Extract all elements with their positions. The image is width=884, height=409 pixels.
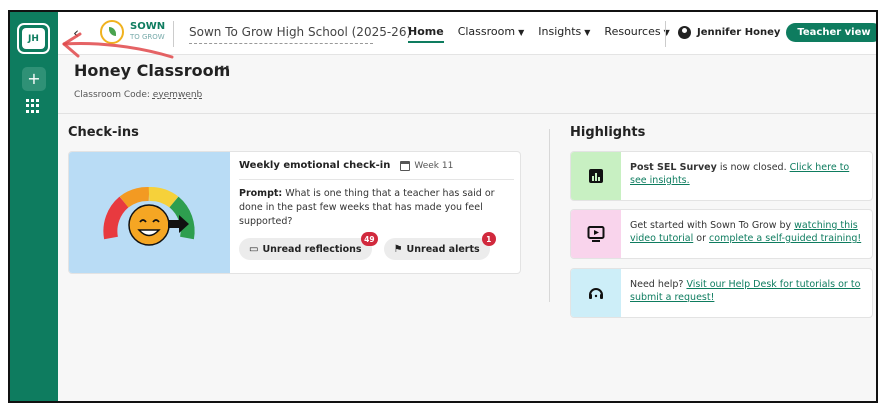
prompt-label: Prompt: (239, 188, 283, 199)
divider (549, 129, 550, 302)
user-name: Jennifer Honey (697, 27, 781, 38)
unread-alerts-button[interactable]: ⚑ Unread alerts 1 (383, 232, 496, 260)
calendar-icon (400, 160, 411, 171)
headset-icon (589, 288, 603, 299)
self-guided-training-link[interactable]: complete a self-guided training! (709, 233, 861, 244)
unread-reflections-button[interactable]: ▭ Unread reflections 49 (239, 232, 378, 260)
avatar-initials: JH (22, 28, 45, 49)
nav-insights[interactable]: Insights ▼ (538, 25, 590, 43)
user-menu[interactable]: Jennifer Honey Teacher view ▼ (678, 23, 876, 42)
user-avatar-button[interactable]: JH (17, 23, 50, 54)
teacher-view-button[interactable]: Teacher view (786, 23, 876, 42)
more-options-icon[interactable]: ··· (214, 60, 230, 76)
header-divider (58, 113, 876, 114)
checkin-title: Weekly emotional check-in (239, 160, 391, 171)
nav-home[interactable]: Home (408, 25, 444, 43)
reflections-count-badge: 49 (361, 232, 378, 246)
highlight-survey-card: Post SEL Survey is now closed. Click her… (570, 151, 873, 201)
school-selector[interactable]: Sown To Grow High School (2025-26) (189, 25, 411, 44)
video-icon (587, 226, 605, 242)
checkin-illustration (69, 152, 230, 273)
checkin-card[interactable]: Weekly emotional check-in Week 11 Prompt… (68, 151, 521, 274)
highlight-title: Post SEL Survey (630, 162, 717, 173)
flag-icon: ⚑ (393, 243, 403, 255)
chat-icon: ▭ (249, 243, 259, 255)
bar-chart-icon (589, 169, 603, 183)
main-nav: Home Classroom ▼ Insights ▼ Resources ▼ (408, 25, 684, 43)
top-navigation-bar: ‹ SOWN TO GROW Sown To Grow High School … (58, 12, 876, 55)
divider (665, 21, 666, 47)
chevron-down-icon: ▼ (518, 28, 525, 37)
highlight-help-card: Need help? Visit our Help Desk for tutor… (570, 268, 873, 318)
classroom-code-label: Classroom Code: (74, 90, 150, 100)
checkin-prompt: Prompt: What is one thing that a teacher… (239, 187, 514, 229)
nav-classroom[interactable]: Classroom ▼ (458, 25, 525, 43)
app-frame: JH + ‹ SOWN TO GROW Sown To Grow High Sc… (8, 10, 878, 403)
apps-grid-icon[interactable] (26, 99, 40, 113)
checkin-week: Week 11 (414, 160, 454, 171)
logo-sprout-icon (100, 20, 124, 44)
divider (239, 179, 514, 180)
page-title: Honey Classroom (74, 61, 231, 80)
classroom-code: Classroom Code: eyemwenb (74, 90, 202, 100)
highlight-training-card: Get started with Sown To Grow by watchin… (570, 209, 873, 259)
unread-alerts-label: Unread alerts (406, 243, 480, 255)
logo-subtext: TO GROW (130, 33, 165, 41)
sown-to-grow-logo[interactable]: SOWN TO GROW (100, 20, 165, 44)
checkins-heading: Check-ins (68, 125, 139, 140)
unread-reflections-label: Unread reflections (262, 243, 362, 255)
highlights-heading: Highlights (570, 125, 646, 140)
nav-resources[interactable]: Resources ▼ (604, 25, 669, 43)
user-circle-icon (678, 26, 691, 39)
chevron-down-icon: ▼ (584, 28, 591, 37)
mood-gauge-icon (103, 186, 195, 246)
left-rail: JH + (10, 12, 58, 401)
classroom-code-value[interactable]: eyemwenb (153, 90, 202, 100)
divider (173, 21, 174, 47)
alerts-count-badge: 1 (481, 232, 496, 246)
add-button[interactable]: + (22, 67, 46, 91)
back-chevron-icon[interactable]: ‹ (73, 24, 79, 42)
logo-text: SOWN (130, 21, 166, 32)
